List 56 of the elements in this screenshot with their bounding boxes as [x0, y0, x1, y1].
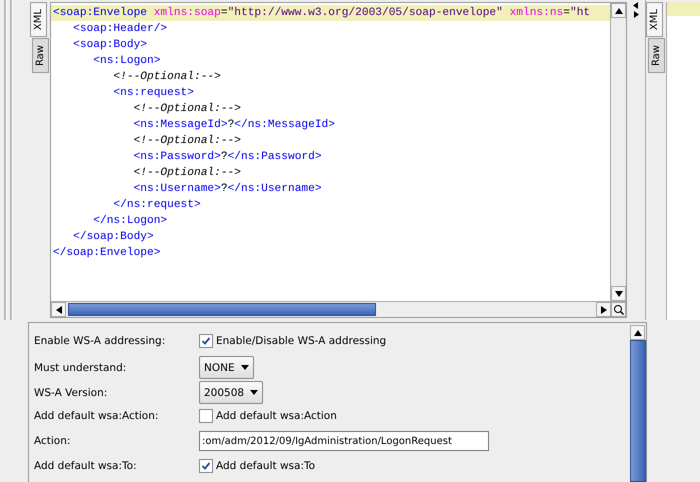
scroll-right-button[interactable]: [596, 302, 611, 317]
field-label: Must understand:: [34, 362, 128, 374]
check-icon: [201, 460, 211, 470]
scroll-up-button[interactable]: [611, 3, 626, 18]
dropdown[interactable]: NONE: [199, 356, 254, 379]
side-tab[interactable]: Raw: [32, 38, 49, 74]
magnifier-icon: [613, 304, 624, 315]
code-line: <ns:MessageId>?</ns:MessageId>: [132, 118, 336, 133]
code-line: <ns:Username>?</ns:Username>: [132, 182, 323, 197]
horizontal-scrollbar[interactable]: [51, 301, 626, 317]
checkbox[interactable]: [199, 408, 213, 422]
checkbox-label: Add default wsa:To: [216, 460, 316, 472]
current-line-highlight: [667, 2, 700, 16]
side-tab[interactable]: XML: [30, 2, 47, 38]
scroll-up-button[interactable]: [630, 325, 645, 340]
dropdown[interactable]: 200508: [199, 381, 264, 404]
code-line: <!--Optional:-->: [132, 166, 242, 181]
code-line: <ns:Password>?</ns:Password>: [132, 150, 323, 165]
xml-editor[interactable]: [50, 2, 627, 318]
field-label: Action:: [34, 435, 72, 447]
code-line: </ns:Logon>: [92, 214, 168, 229]
vertical-scrollbar[interactable]: [610, 3, 626, 301]
checkbox[interactable]: [199, 334, 213, 348]
action-field[interactable]: :om/adm/2012/09/IgAdministration/LogonRequest: [199, 431, 489, 451]
code-line: <!--Optional:-->: [112, 70, 222, 85]
field-label: Enable WS-A addressing:: [34, 334, 166, 346]
code-line: <ns:Logon>: [92, 54, 162, 69]
side-tab[interactable]: XML: [646, 2, 663, 38]
field-label: WS-A Version:: [34, 386, 108, 398]
checkbox-label: Enable/Disable WS-A addressing: [216, 334, 386, 346]
caret-icon: [240, 365, 249, 370]
field-label: Add default wsa:To:: [34, 460, 138, 472]
code-line: </soap:Envelope>: [52, 246, 162, 261]
caret-icon: [250, 390, 258, 395]
code-line: <soap:Header/>: [72, 22, 168, 37]
code-line: <!--Optional:-->: [132, 102, 242, 117]
checkbox-label: Add default wsa:Action: [216, 410, 337, 422]
scroll-down-button[interactable]: [611, 286, 626, 301]
right-arrow-icon: [600, 306, 606, 314]
check-icon: [201, 336, 211, 346]
up-arrow-icon: [614, 8, 622, 14]
code-line: <soap:Body>: [72, 38, 148, 53]
code-line: <ns:request>: [112, 86, 195, 101]
side-tab[interactable]: Raw: [648, 38, 665, 74]
field-label: Add default wsa:Action:: [34, 410, 160, 422]
code-line: </ns:request>: [112, 198, 202, 213]
collapse-arrows-icon[interactable]: [632, 2, 640, 18]
down-arrow-icon: [614, 290, 622, 296]
code-line: </soap:Body>: [72, 230, 155, 245]
up-arrow-icon: [634, 330, 642, 336]
left-arrow-icon: [56, 306, 62, 314]
zoom-button[interactable]: [611, 302, 626, 317]
scroll-left-button[interactable]: [51, 302, 66, 317]
scroll-thumb[interactable]: [68, 303, 376, 316]
checkbox[interactable]: [199, 458, 213, 472]
code-line: <!--Optional:-->: [132, 134, 242, 149]
